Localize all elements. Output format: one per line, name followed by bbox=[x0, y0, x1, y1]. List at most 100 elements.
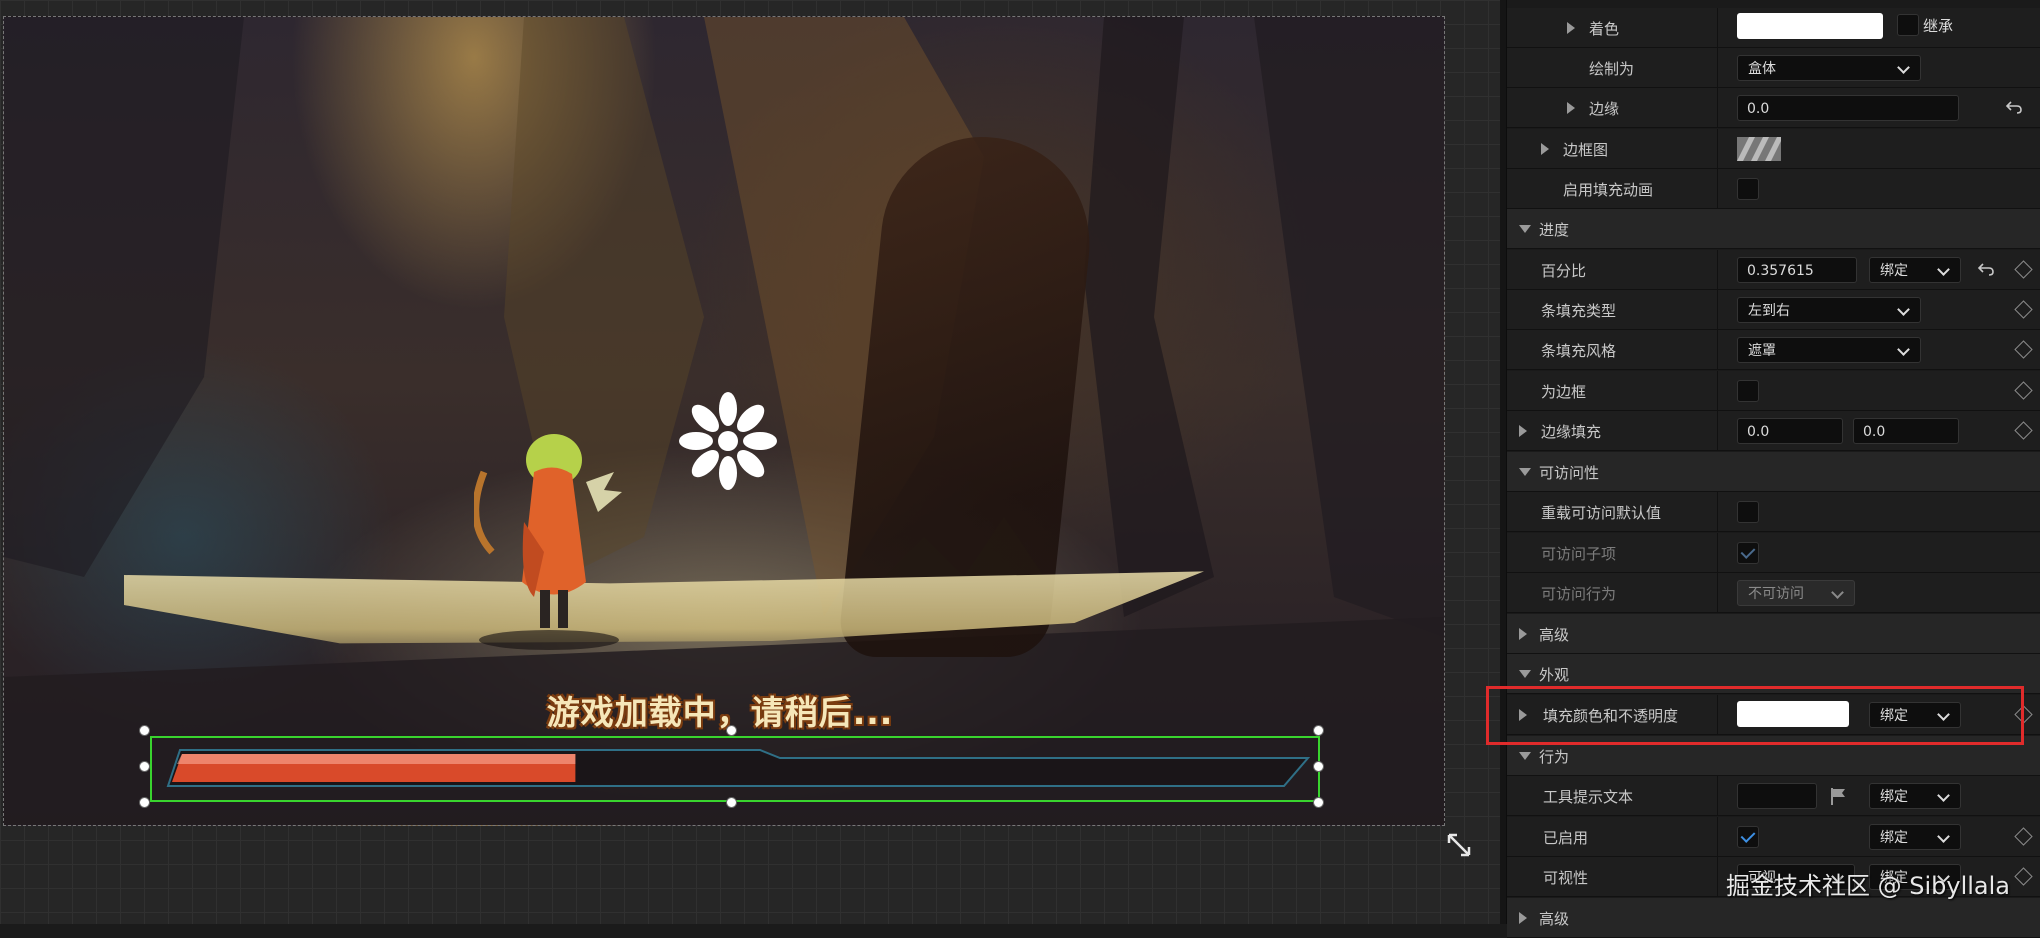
progress-bar[interactable] bbox=[160, 744, 1314, 794]
chevron-down-icon bbox=[1831, 586, 1844, 599]
column-divider[interactable] bbox=[1717, 250, 1718, 289]
advanced-section-label: 高级 bbox=[1539, 626, 1570, 644]
resize-handle-top-left[interactable] bbox=[139, 725, 150, 736]
resize-handle-top-right[interactable] bbox=[1313, 725, 1324, 736]
column-divider[interactable] bbox=[1717, 290, 1718, 329]
bar-fill-style-dropdown[interactable]: 遮罩 bbox=[1737, 337, 1921, 363]
section-accessibility[interactable]: 可访问性 bbox=[1507, 452, 2040, 492]
column-divider[interactable] bbox=[1717, 492, 1718, 531]
percent-input[interactable]: 0.357615 bbox=[1737, 257, 1857, 283]
hooded-character-image bbox=[474, 434, 622, 650]
accessibility-section-label: 可访问性 bbox=[1539, 464, 1600, 482]
border-image-thumbnail[interactable] bbox=[1737, 137, 1781, 161]
collapse-caret-icon[interactable] bbox=[1519, 225, 1531, 233]
chevron-down-icon bbox=[1937, 263, 1950, 276]
row-override-accessible-defaults: 重载可访问默认值 bbox=[1507, 492, 2040, 532]
keyframe-diamond-icon[interactable] bbox=[2014, 867, 2033, 886]
keyframe-diamond-icon[interactable] bbox=[2014, 827, 2033, 846]
designer-canvas[interactable]: 游戏加载中，请稍后... bbox=[0, 0, 1500, 924]
border-padding-x-input[interactable]: 0.0 bbox=[1737, 418, 1843, 444]
section-progress[interactable]: 进度 bbox=[1507, 209, 2040, 249]
accessible-behavior-value: 不可访问 bbox=[1748, 586, 1804, 602]
expand-caret-icon[interactable] bbox=[1567, 102, 1575, 114]
percent-bind-button[interactable]: 绑定 bbox=[1869, 257, 1961, 283]
tint-color-swatch[interactable] bbox=[1737, 13, 1883, 39]
resize-handle-bottom-left[interactable] bbox=[139, 797, 150, 808]
chevron-down-icon bbox=[1937, 830, 1950, 843]
resize-handle-middle-right[interactable] bbox=[1313, 761, 1324, 772]
keyframe-diamond-icon[interactable] bbox=[2014, 340, 2033, 359]
column-divider[interactable] bbox=[1717, 573, 1718, 612]
draw-as-dropdown[interactable]: 盒体 bbox=[1737, 55, 1921, 81]
keyframe-diamond-icon[interactable] bbox=[2014, 381, 2033, 400]
column-divider[interactable] bbox=[1717, 411, 1718, 450]
keyframe-diamond-icon[interactable] bbox=[2014, 260, 2033, 279]
column-divider[interactable] bbox=[1717, 129, 1718, 168]
tint-inherit-checkbox[interactable] bbox=[1897, 14, 1919, 36]
row-draw-as: 绘制为 盒体 bbox=[1507, 48, 2040, 88]
localization-flag-icon[interactable] bbox=[1829, 786, 1849, 806]
accessible-children-checkbox bbox=[1737, 542, 1759, 564]
column-divider[interactable] bbox=[1717, 330, 1718, 369]
bar-fill-type-value: 左到右 bbox=[1748, 303, 1790, 319]
draw-as-label: 绘制为 bbox=[1589, 60, 1635, 78]
tint-inherit-label: 继承 bbox=[1923, 17, 1954, 35]
override-accessible-defaults-label: 重载可访问默认值 bbox=[1541, 504, 1662, 522]
is-enabled-checkbox[interactable] bbox=[1737, 826, 1759, 848]
expand-caret-icon[interactable] bbox=[1567, 22, 1575, 34]
expand-caret-icon[interactable] bbox=[1541, 143, 1549, 155]
bar-fill-style-value: 遮罩 bbox=[1748, 343, 1776, 359]
progress-section-label: 进度 bbox=[1539, 221, 1570, 239]
tooltip-text-input[interactable] bbox=[1737, 783, 1817, 809]
tint-label: 着色 bbox=[1589, 20, 1620, 38]
column-divider[interactable] bbox=[1717, 371, 1718, 410]
collapse-caret-icon[interactable] bbox=[1519, 468, 1531, 476]
column-divider[interactable] bbox=[1717, 169, 1718, 208]
section-advanced-behavior[interactable]: 高级 bbox=[1507, 898, 2040, 938]
row-bar-fill-style: 条填充风格 遮罩 bbox=[1507, 330, 2040, 370]
margin-input[interactable]: 0.0 bbox=[1737, 95, 1959, 121]
row-is-marquee: 为边框 bbox=[1507, 371, 2040, 411]
keyframe-diamond-icon[interactable] bbox=[2014, 421, 2033, 440]
bind-label: 绑定 bbox=[1880, 789, 1908, 805]
enable-fill-animation-checkbox[interactable] bbox=[1737, 178, 1759, 200]
column-divider[interactable] bbox=[1717, 776, 1718, 815]
row-accessible-behavior: 可访问行为 不可访问 bbox=[1507, 573, 2040, 613]
is-enabled-bind-button[interactable]: 绑定 bbox=[1869, 824, 1961, 850]
reset-to-default-icon[interactable] bbox=[2005, 98, 2023, 116]
advanced-behavior-section-label: 高级 bbox=[1539, 910, 1570, 928]
resize-handle-middle-left[interactable] bbox=[139, 761, 150, 772]
column-divider[interactable] bbox=[1717, 817, 1718, 856]
accessible-behavior-dropdown: 不可访问 bbox=[1737, 580, 1855, 606]
column-divider[interactable] bbox=[1717, 533, 1718, 572]
progress-bar-selection[interactable] bbox=[150, 736, 1320, 802]
row-percent: 百分比 0.357615 绑定 bbox=[1507, 250, 2040, 290]
appearance-section-label: 外观 bbox=[1539, 666, 1570, 684]
expand-caret-icon[interactable] bbox=[1519, 628, 1527, 640]
resize-handle-bottom-right[interactable] bbox=[1313, 797, 1324, 808]
tooltip-bind-button[interactable]: 绑定 bbox=[1869, 783, 1961, 809]
keyframe-diamond-icon[interactable] bbox=[2014, 300, 2033, 319]
visibility-label: 可视性 bbox=[1543, 869, 1589, 887]
row-border-padding: 边缘填充 0.0 0.0 bbox=[1507, 411, 2040, 451]
collapse-caret-icon[interactable] bbox=[1519, 752, 1531, 760]
section-advanced[interactable]: 高级 bbox=[1507, 614, 2040, 654]
border-padding-y-input[interactable]: 0.0 bbox=[1853, 418, 1959, 444]
column-divider[interactable] bbox=[1717, 88, 1718, 127]
expand-caret-icon[interactable] bbox=[1519, 912, 1527, 924]
column-divider[interactable] bbox=[1717, 857, 1718, 896]
accessible-children-label: 可访问子项 bbox=[1541, 545, 1617, 563]
resize-handle-bottom-center[interactable] bbox=[726, 797, 737, 808]
details-panel-body: 着色 继承 绘制为 盒体 边缘 0.0 边框图 启用填充动画 进度 百分比 0.… bbox=[1506, 0, 2040, 938]
reset-to-default-icon[interactable] bbox=[1977, 260, 1995, 278]
override-accessible-defaults-checkbox[interactable] bbox=[1737, 501, 1759, 523]
column-divider[interactable] bbox=[1717, 48, 1718, 87]
loading-text[interactable]: 游戏加载中，请稍后... bbox=[540, 686, 900, 734]
is-marquee-checkbox[interactable] bbox=[1737, 380, 1759, 402]
collapse-caret-icon[interactable] bbox=[1519, 670, 1531, 678]
resize-arrows-icon[interactable] bbox=[1446, 832, 1472, 858]
column-divider[interactable] bbox=[1717, 8, 1718, 47]
resize-handle-top-center[interactable] bbox=[726, 725, 737, 736]
bar-fill-type-dropdown[interactable]: 左到右 bbox=[1737, 297, 1921, 323]
expand-caret-icon[interactable] bbox=[1519, 425, 1527, 437]
